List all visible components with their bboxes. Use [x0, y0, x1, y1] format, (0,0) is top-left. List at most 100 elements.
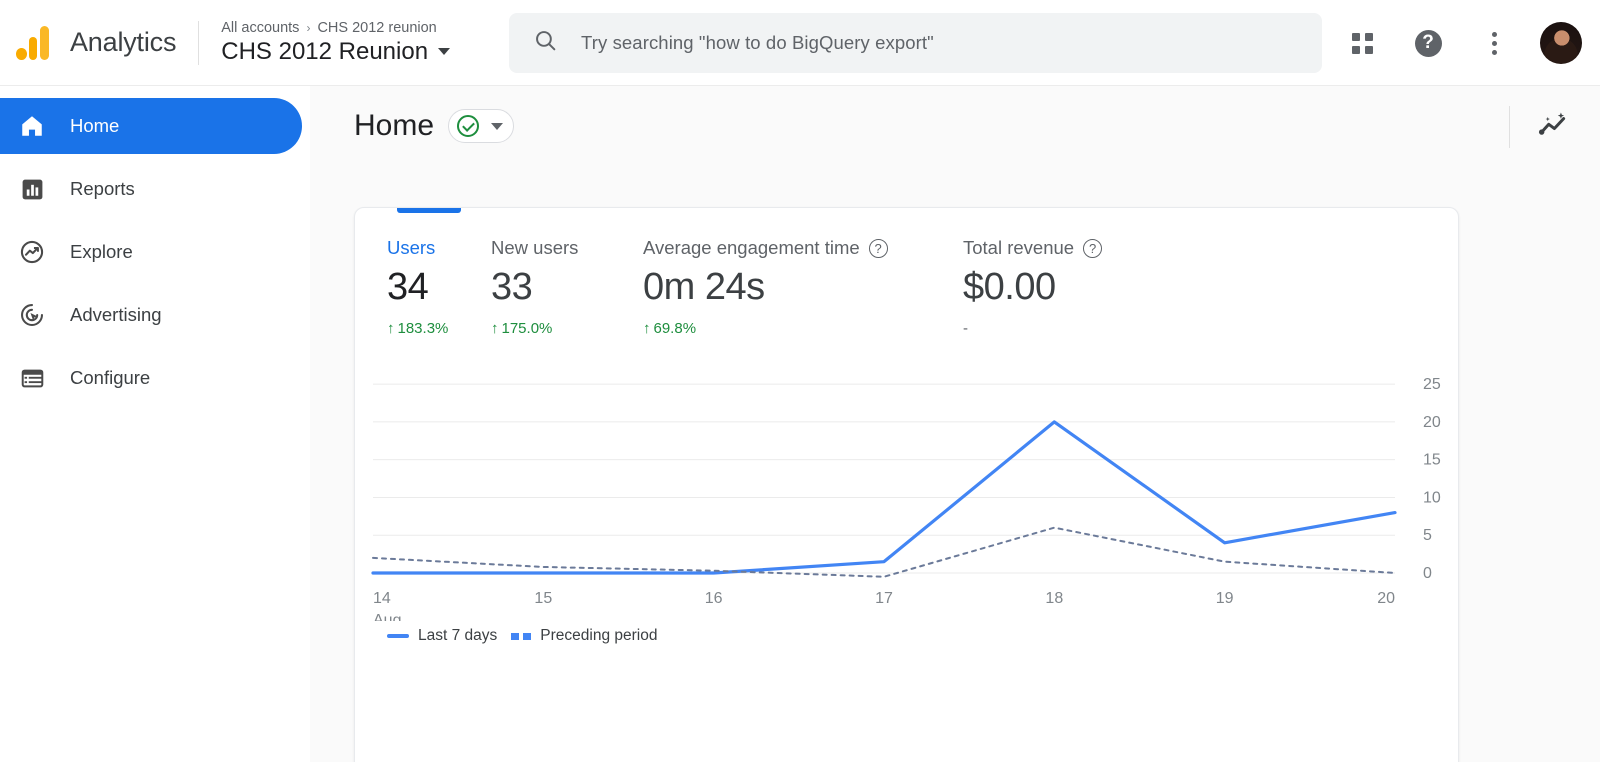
svg-text:20: 20	[1423, 414, 1441, 431]
overview-card: Users 34 ↑ 183.3% New users 33 ↑ 175.0%	[354, 207, 1459, 762]
status-badge[interactable]	[448, 109, 515, 143]
breadcrumb: All accounts › CHS 2012 reunion	[221, 20, 450, 36]
insights-sparkline-icon[interactable]	[1536, 108, 1570, 147]
svg-text:15: 15	[1423, 452, 1441, 469]
metric-delta-value: -	[963, 320, 968, 337]
arrow-up-icon: ↑	[387, 320, 395, 337]
metric-users[interactable]: Users 34 ↑ 183.3%	[387, 237, 491, 337]
metric-value: $0.00	[963, 266, 1056, 308]
legend-solid-line-icon	[387, 634, 409, 638]
explore-trend-icon	[18, 238, 46, 266]
metric-average-engagement-time[interactable]: Average engagement time ? 0m 24s ↑ 69.8%	[643, 237, 963, 337]
sidebar-item-advertising[interactable]: Advertising	[0, 287, 302, 343]
account-name[interactable]: CHS 2012 Reunion	[221, 37, 451, 66]
metric-delta: -	[963, 320, 1283, 337]
svg-text:15: 15	[534, 590, 552, 607]
svg-text:14: 14	[373, 590, 391, 607]
arrow-up-icon: ↑	[643, 320, 651, 337]
metric-total-revenue[interactable]: Total revenue ? $0.00 -	[963, 237, 1283, 337]
metric-label-row: Average engagement time ?	[643, 237, 963, 259]
sidebar-item-label: Explore	[70, 241, 133, 262]
main-content: Home Users 34 ↑ 183.3% New users 33 ↑ 17…	[310, 86, 1600, 762]
svg-text:25: 25	[1423, 376, 1441, 393]
chevron-down-icon[interactable]	[491, 122, 504, 130]
breadcrumb-separator-icon: ›	[306, 20, 311, 35]
more-vert-icon[interactable]	[1474, 23, 1514, 63]
metric-value: 0m 24s	[643, 266, 765, 308]
svg-text:20: 20	[1377, 590, 1395, 607]
card-footer: Last 7 days View reports snapshot →	[355, 738, 1458, 762]
chart-svg: 0 5 10 15 20 25 14 15 16 17 18 19 20 Aug	[371, 376, 1441, 629]
configure-list-icon	[18, 364, 46, 392]
svg-text:16: 16	[705, 590, 723, 607]
check-circle-icon	[457, 115, 480, 137]
metric-value: 34	[387, 266, 429, 308]
metric-delta: ↑ 183.3%	[387, 320, 491, 337]
legend-label: Last 7 days	[418, 627, 498, 644]
metric-new-users[interactable]: New users 33 ↑ 175.0%	[491, 237, 643, 337]
legend-item-preceding-period[interactable]: Preceding period	[511, 627, 657, 645]
header-actions-divider	[1509, 106, 1510, 148]
top-bar: Analytics All accounts › CHS 2012 reunio…	[0, 0, 1600, 86]
metric-label: Average engagement time	[643, 237, 860, 258]
users-line-chart[interactable]: 0 5 10 15 20 25 14 15 16 17 18 19 20 Aug	[355, 351, 1458, 629]
analytics-home-page: Analytics All accounts › CHS 2012 reunio…	[0, 0, 1600, 762]
top-bar-icons: ?	[1342, 0, 1582, 86]
sidebar: Home Reports Explore Advertising Configu	[0, 86, 310, 762]
reports-bar-chart-icon	[18, 175, 46, 203]
search-bar[interactable]	[509, 13, 1322, 73]
metric-label: New users	[491, 237, 579, 258]
svg-text:17: 17	[875, 590, 893, 607]
account-name-label: CHS 2012 Reunion	[221, 37, 429, 65]
active-tab-indicator	[397, 208, 461, 213]
metric-delta-value: 69.8%	[653, 320, 697, 337]
arrow-up-icon: ↑	[491, 320, 499, 337]
apps-grid-icon[interactable]	[1342, 23, 1382, 63]
sidebar-item-label: Advertising	[70, 304, 162, 325]
sidebar-item-label: Home	[70, 115, 120, 136]
breadcrumb-current[interactable]: CHS 2012 reunion	[317, 20, 436, 36]
page-title: Home	[354, 109, 435, 142]
metric-delta: ↑ 175.0%	[491, 320, 643, 337]
metric-label-row: Total revenue ?	[963, 237, 1283, 259]
search-icon	[533, 28, 558, 58]
search-input[interactable]	[579, 31, 1279, 55]
svg-text:Aug: Aug	[373, 612, 401, 621]
svg-text:10: 10	[1423, 489, 1441, 506]
metric-delta: ↑ 69.8%	[643, 320, 963, 337]
svg-text:0: 0	[1423, 565, 1432, 582]
svg-text:5: 5	[1423, 527, 1432, 544]
sidebar-item-configure[interactable]: Configure	[0, 350, 302, 406]
help-icon[interactable]: ?	[1408, 23, 1448, 63]
legend-dashed-line-icon	[511, 632, 532, 640]
chart-legend: Last 7 days Preceding period	[355, 627, 1458, 645]
sidebar-item-reports[interactable]: Reports	[0, 161, 302, 217]
legend-item-last-7-days[interactable]: Last 7 days	[387, 627, 497, 645]
metric-value: 33	[491, 266, 533, 308]
metric-label: Users	[387, 237, 436, 258]
svg-text:19: 19	[1216, 590, 1234, 607]
sidebar-item-label: Configure	[70, 367, 151, 388]
page-header: Home	[310, 86, 1600, 166]
page-header-actions	[1509, 106, 1570, 148]
svg-text:18: 18	[1045, 590, 1063, 607]
header-divider	[198, 20, 200, 65]
help-icon[interactable]: ?	[1083, 238, 1103, 258]
sidebar-item-label: Reports	[70, 178, 135, 199]
account-selector[interactable]: All accounts › CHS 2012 reunion CHS 2012…	[221, 20, 451, 66]
chevron-down-icon[interactable]	[438, 48, 451, 55]
metric-delta-value: 175.0%	[501, 320, 553, 337]
breadcrumb-root[interactable]: All accounts	[221, 20, 299, 36]
home-icon	[18, 112, 46, 140]
help-glyph: ?	[1414, 29, 1442, 57]
metric-delta-value: 183.3%	[397, 320, 449, 337]
advertising-target-icon	[18, 301, 46, 329]
brand-title: Analytics	[70, 27, 177, 57]
metrics-row: Users 34 ↑ 183.3% New users 33 ↑ 175.0%	[355, 208, 1458, 337]
avatar[interactable]	[1540, 22, 1582, 64]
sidebar-item-explore[interactable]: Explore	[0, 224, 302, 280]
legend-label: Preceding period	[540, 627, 658, 644]
help-icon[interactable]: ?	[868, 238, 888, 258]
sidebar-item-home[interactable]: Home	[0, 98, 302, 154]
google-analytics-logo-icon	[16, 25, 52, 60]
